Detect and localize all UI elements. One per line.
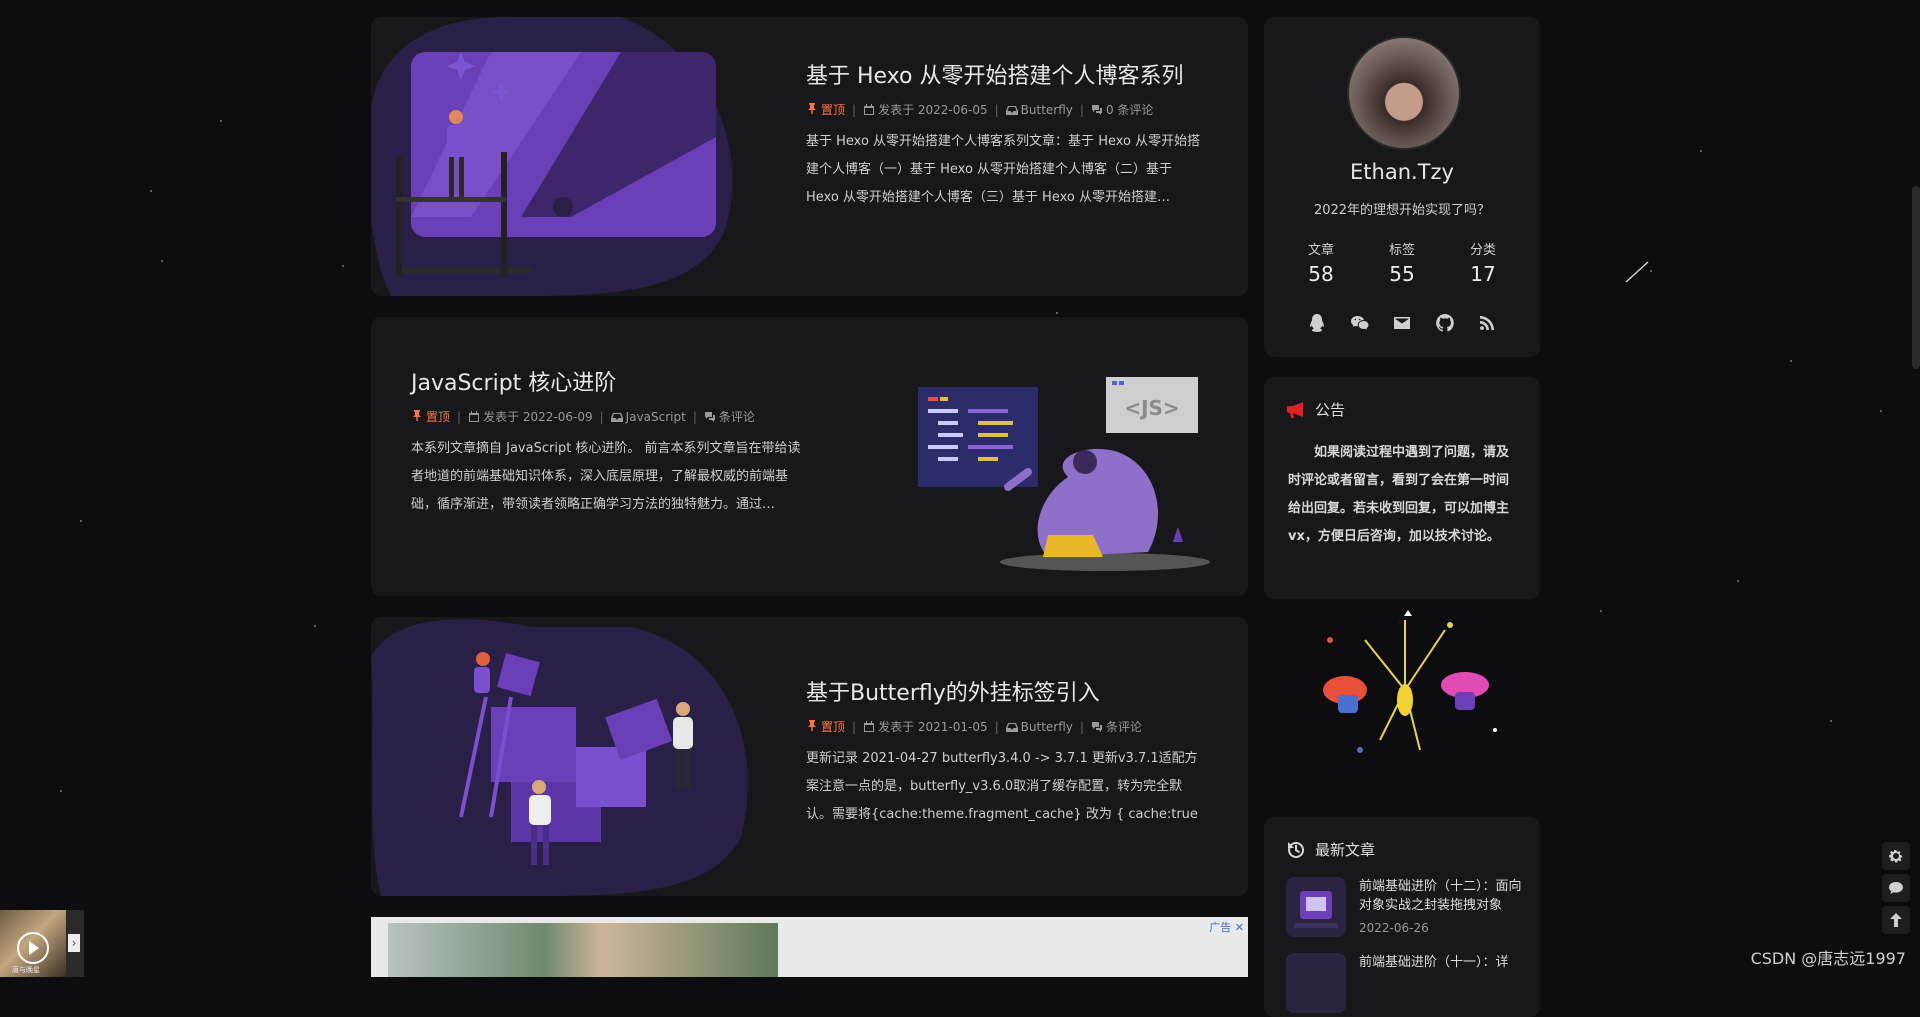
post-category[interactable]: Butterfly [1021, 103, 1073, 117]
recent-posts-card: 最新文章 前端基础进阶（十二）：面向对象实战之封装拖拽对象 2022-06-26… [1264, 817, 1540, 1017]
announcement-header: 公告 [1286, 399, 1345, 420]
post-title[interactable]: JavaScript 核心进阶 [411, 367, 811, 400]
firework-illustration [1323, 610, 1497, 753]
post-title[interactable]: 基于Butterfly的外挂标签引入 [806, 677, 1206, 710]
qq-icon[interactable] [1304, 310, 1330, 336]
comments-icon [704, 411, 715, 422]
rightside-toolbar [1882, 842, 1910, 934]
author-description: 2022年的理想开始实现了吗？ [1313, 203, 1491, 218]
settings-button[interactable] [1882, 842, 1910, 870]
post-cover-image[interactable] [371, 617, 771, 896]
post-title[interactable]: 基于 Hexo 从零开始搭建个人博客系列 [806, 60, 1206, 93]
avatar[interactable] [1347, 36, 1461, 150]
post-category[interactable]: JavaScript [626, 410, 686, 424]
post-date: 发表于 2022-06-05 [878, 103, 988, 117]
author-name: Ethan.Tzy [1350, 160, 1454, 184]
recent-post-title[interactable]: 前端基础进阶（十一）：详 [1359, 953, 1509, 972]
recent-post-item[interactable]: 前端基础进阶（十二）：面向对象实战之封装拖拽对象 2022-06-26 [1286, 877, 1526, 937]
calendar-icon [469, 410, 480, 422]
post-card[interactable]: 基于 Hexo 从零开始搭建个人博客系列 置顶 | 发表于 2022-06-05… [371, 17, 1248, 296]
post-comments[interactable]: 条评论 [719, 408, 755, 425]
post-cover-image[interactable] [371, 17, 771, 296]
arrow-up-icon [1890, 913, 1902, 927]
github-icon[interactable] [1432, 310, 1458, 336]
pinned-badge: 置顶 [411, 408, 450, 425]
social-links [1304, 310, 1500, 336]
bullhorn-icon [1287, 401, 1303, 418]
post-comments[interactable]: 条评论 [1106, 718, 1142, 735]
announcement-text: 如果阅读过程中遇到了问题，请及时评论或者留言，看到了会在第一时间给出回复。若未收… [1288, 445, 1510, 544]
post-card[interactable]: 基于Butterfly的外挂标签引入 置顶 | 发表于 2021-01-05 |… [371, 617, 1248, 896]
post-cover-image[interactable]: <JS> [848, 317, 1248, 596]
back-to-top-button[interactable] [1882, 906, 1910, 934]
post-category[interactable]: Butterfly [1021, 720, 1073, 734]
thumbtack-icon [808, 103, 816, 114]
wechat-icon[interactable] [1347, 310, 1373, 336]
calendar-icon [864, 720, 875, 732]
post-excerpt: 更新记录 2021-04-27 butterfly3.4.0 -> 3.7.1 … [806, 751, 1198, 822]
inbox-icon [1005, 722, 1018, 732]
recent-post-title[interactable]: 前端基础进阶（十二）：面向对象实战之封装拖拽对象 [1359, 877, 1526, 915]
post-date: 发表于 2022-06-09 [483, 410, 593, 424]
post-info: JavaScript 核心进阶 置顶 | 发表于 2022-06-09 | Ja… [411, 367, 811, 519]
ad-close-button[interactable]: 广告 ✕ [1209, 919, 1244, 935]
ad-image[interactable] [388, 923, 778, 977]
post-card[interactable]: <JS> JavaScript 核心进阶 置顶 | 发表于 2022-06-09… [371, 317, 1248, 596]
play-button[interactable] [17, 932, 49, 964]
post-meta: 置顶 | 发表于 2022-06-09 | JavaScript | 条评论 [411, 408, 811, 425]
post-comments[interactable]: 0 条评论 [1106, 101, 1153, 118]
calendar-icon [864, 103, 875, 115]
recent-post-thumbnail[interactable] [1286, 877, 1346, 937]
comments-button[interactable] [1882, 874, 1910, 902]
mail-icon[interactable] [1389, 310, 1415, 336]
ad-banner[interactable]: 广告 ✕ [371, 917, 1248, 977]
site-stats: 文章 58 标签 55 分类 17 [1286, 239, 1518, 286]
recent-post-item[interactable]: 前端基础进阶（十一）：详 [1286, 953, 1526, 1013]
recent-post-date: 2022-06-26 [1359, 921, 1429, 935]
post-excerpt: 本系列文章摘自 JavaScript 核心进阶。 前言本系列文章旨在带给读者地道… [411, 441, 801, 512]
thumbtack-icon [808, 720, 816, 731]
player-expand-button[interactable]: › [68, 934, 80, 952]
rss-icon[interactable] [1474, 310, 1500, 336]
stat-articles[interactable]: 文章 58 [1286, 239, 1356, 286]
gear-icon [1889, 850, 1903, 863]
music-player[interactable]: 唐与晚星 › [0, 910, 84, 977]
recent-posts-header: 最新文章 [1286, 839, 1375, 860]
history-icon [1288, 841, 1305, 858]
pinned-badge: 置顶 [806, 718, 845, 735]
stat-tags[interactable]: 标签 55 [1367, 239, 1437, 286]
js-badge: <JS> [1124, 396, 1179, 420]
page-scrollbar[interactable] [1912, 186, 1920, 369]
thumbtack-icon [413, 410, 421, 421]
comment-icon [1889, 882, 1903, 894]
shooting-star-icon [1625, 261, 1649, 283]
stat-categories[interactable]: 分类 17 [1448, 239, 1518, 286]
post-info: 基于Butterfly的外挂标签引入 置顶 | 发表于 2021-01-05 |… [806, 677, 1206, 829]
pinned-badge: 置顶 [806, 101, 845, 118]
post-meta: 置顶 | 发表于 2022-06-05 | Butterfly | 0 条评论 [806, 101, 1206, 118]
comments-icon [1091, 721, 1102, 732]
recent-post-thumbnail[interactable] [1286, 953, 1346, 1013]
post-date: 发表于 2021-01-05 [878, 720, 988, 734]
post-meta: 置顶 | 发表于 2021-01-05 | Butterfly | 条评论 [806, 718, 1206, 735]
inbox-icon [1005, 105, 1018, 115]
comments-icon [1091, 104, 1102, 115]
csdn-watermark: CSDN @唐志远1997 [1750, 949, 1906, 968]
post-excerpt: 基于 Hexo 从零开始搭建个人博客系列文章：基于 Hexo 从零开始搭建个人博… [806, 134, 1201, 205]
author-card: Ethan.Tzy 2022年的理想开始实现了吗？ 文章 58 标签 55 分类 17 [1264, 17, 1540, 357]
post-info: 基于 Hexo 从零开始搭建个人博客系列 置顶 | 发表于 2022-06-05… [806, 60, 1206, 212]
announcement-card: 公告 如果阅读过程中遇到了问题，请及时评论或者留言，看到了会在第一时间给出回复。… [1264, 377, 1540, 599]
inbox-icon [610, 412, 623, 422]
track-label: 唐与晚星 [12, 966, 40, 974]
